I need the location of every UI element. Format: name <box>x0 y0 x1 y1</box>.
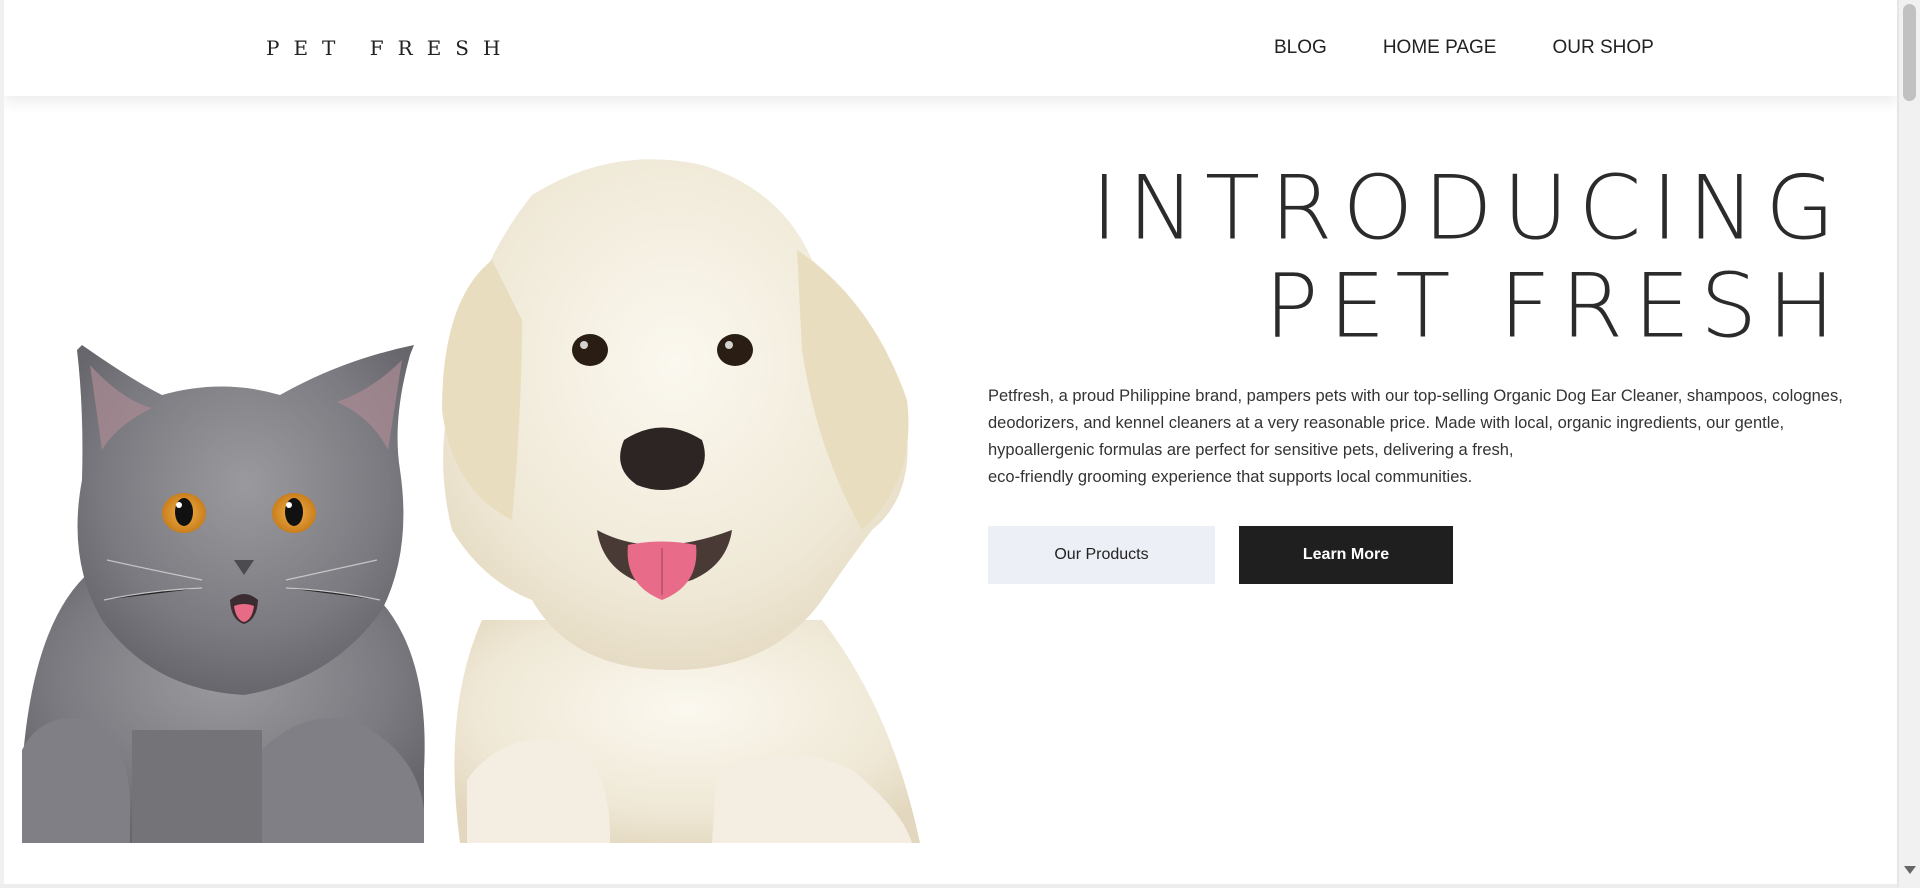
main-nav: BLOG HOME PAGE OUR SHOP <box>1274 37 1654 59</box>
scrollbar-thumb[interactable] <box>1903 4 1916 101</box>
cat-figure <box>22 345 425 843</box>
site-header: PET FRESH BLOG HOME PAGE OUR SHOP <box>4 0 1897 96</box>
hero-title: INTRODUCING PET FRESH <box>1091 160 1845 356</box>
nav-our-shop[interactable]: OUR SHOP <box>1552 37 1653 59</box>
hero-pets-image <box>22 159 920 843</box>
scroll-down-arrow-icon[interactable] <box>1904 866 1916 874</box>
hero-title-line2: PET FRESH <box>1264 255 1845 358</box>
hero-description-line: eco-friendly grooming experience that su… <box>988 468 1473 486</box>
hero-title-line1: INTRODUCING <box>1091 157 1845 260</box>
learn-more-button[interactable]: Learn More <box>1239 526 1453 584</box>
dog-figure <box>442 159 920 843</box>
nav-blog[interactable]: BLOG <box>1274 37 1327 59</box>
page-viewport: PET FRESH BLOG HOME PAGE OUR SHOP INTROD… <box>0 0 1898 888</box>
hero-description: Petfresh, a proud Philippine brand, pamp… <box>988 383 1848 491</box>
our-products-button[interactable]: Our Products <box>988 526 1215 584</box>
nav-home-page[interactable]: HOME PAGE <box>1383 37 1497 59</box>
site-logo[interactable]: PET FRESH <box>266 36 514 60</box>
hero-description-line: Petfresh, a proud Philippine brand, pamp… <box>988 387 1843 405</box>
hero-description-line: deodorizers, and kennel cleaners at a ve… <box>988 414 1785 432</box>
hero-description-line: hypoallergenic formulas are perfect for … <box>988 441 1514 459</box>
vertical-scrollbar[interactable] <box>1898 0 1920 888</box>
